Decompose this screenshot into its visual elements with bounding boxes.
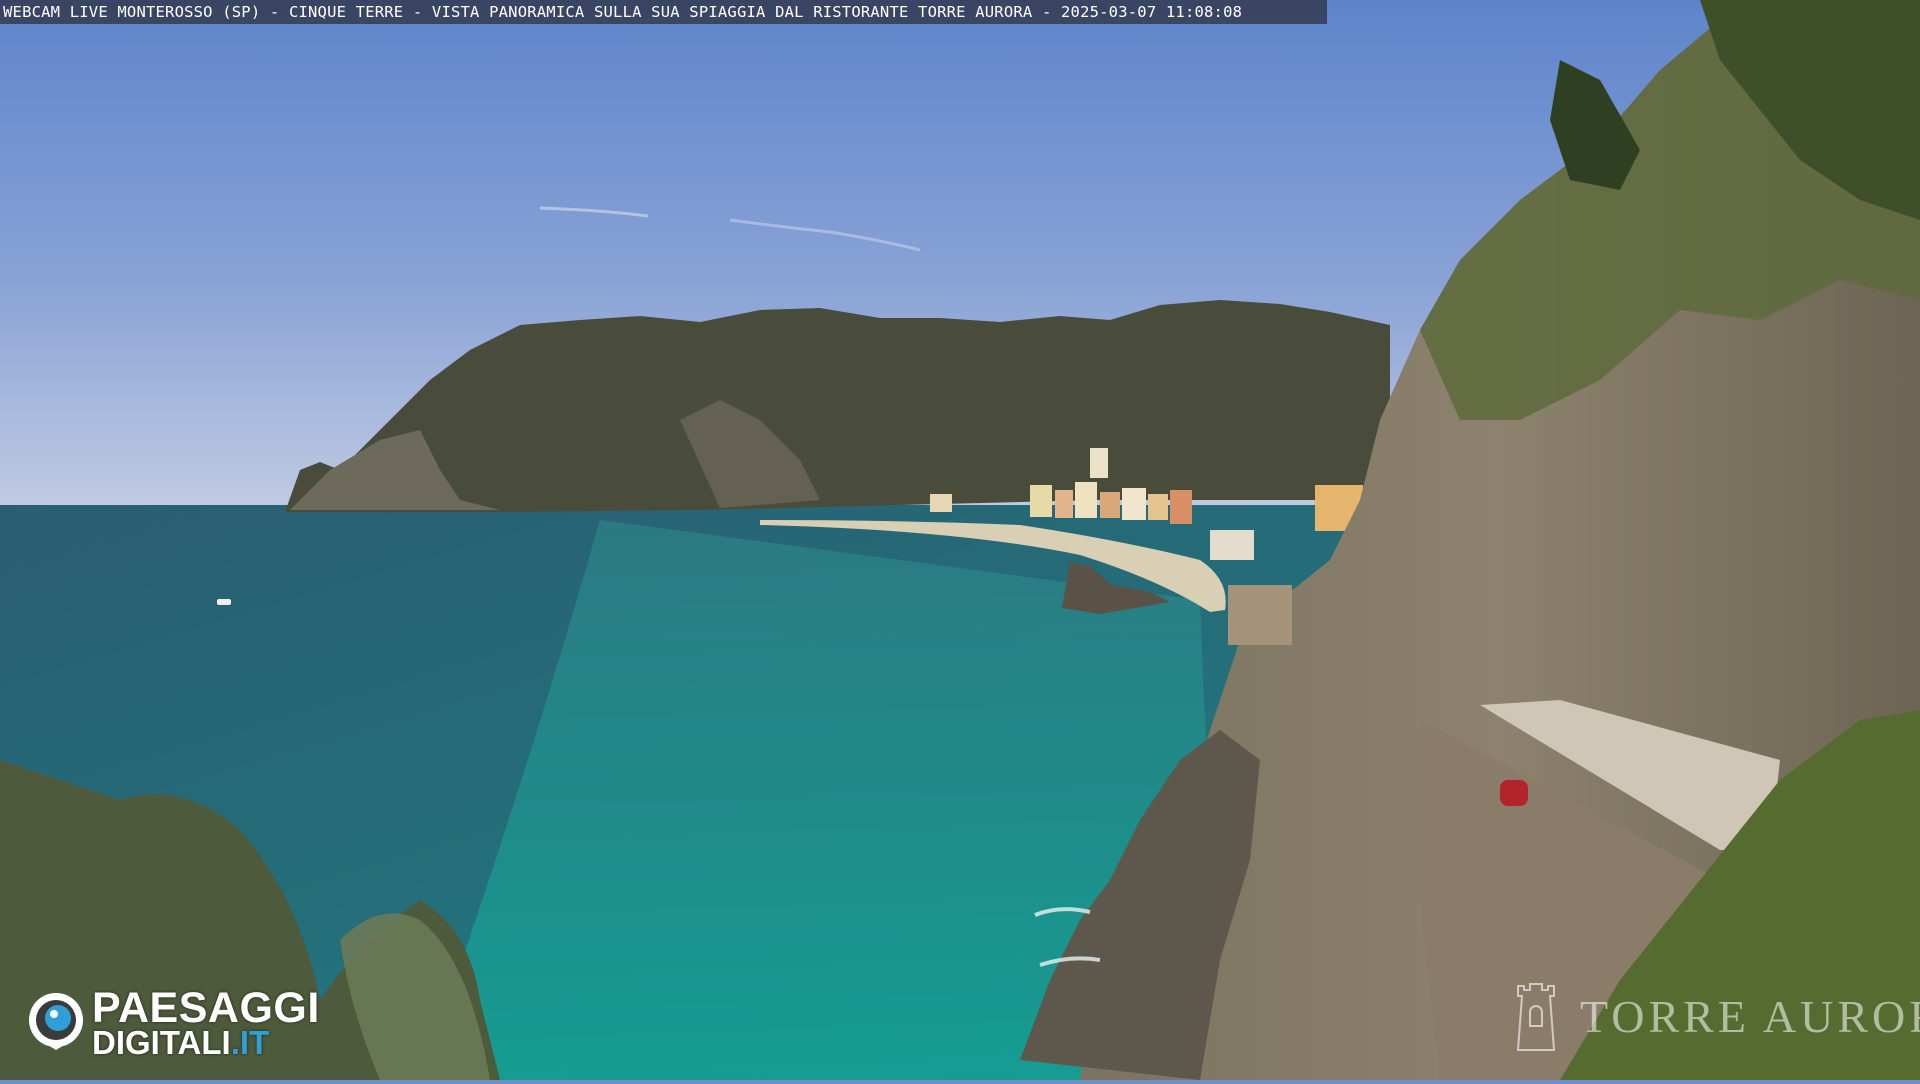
paesaggi-digitali-logo: PAESAGGI DIGITALI.IT [26,984,346,1062]
torre-aurora-watermark: TORRE AURORA [1508,976,1920,1054]
stone-building [1228,585,1292,645]
umbrella [1500,780,1528,806]
boat [217,599,231,605]
webcam-caption: WEBCAM LIVE MONTEROSSO (SP) - CINQUE TER… [3,3,1243,21]
logo-text-tld: .IT [230,1024,270,1061]
landscape-image [0,0,1920,1080]
eye-icon [29,993,83,1050]
logo-text-line2: DIGITALI.IT [92,1024,269,1062]
logo-text-main: DIGITALI [92,1024,231,1061]
webcam-caption-bar: WEBCAM LIVE MONTEROSSO (SP) - CINQUE TER… [0,0,1327,24]
tower-icon [1516,983,1556,1051]
watermark-text: TORRE AURORA [1580,991,1920,1042]
webcam-view: WEBCAM LIVE MONTEROSSO (SP) - CINQUE TER… [0,0,1920,1080]
